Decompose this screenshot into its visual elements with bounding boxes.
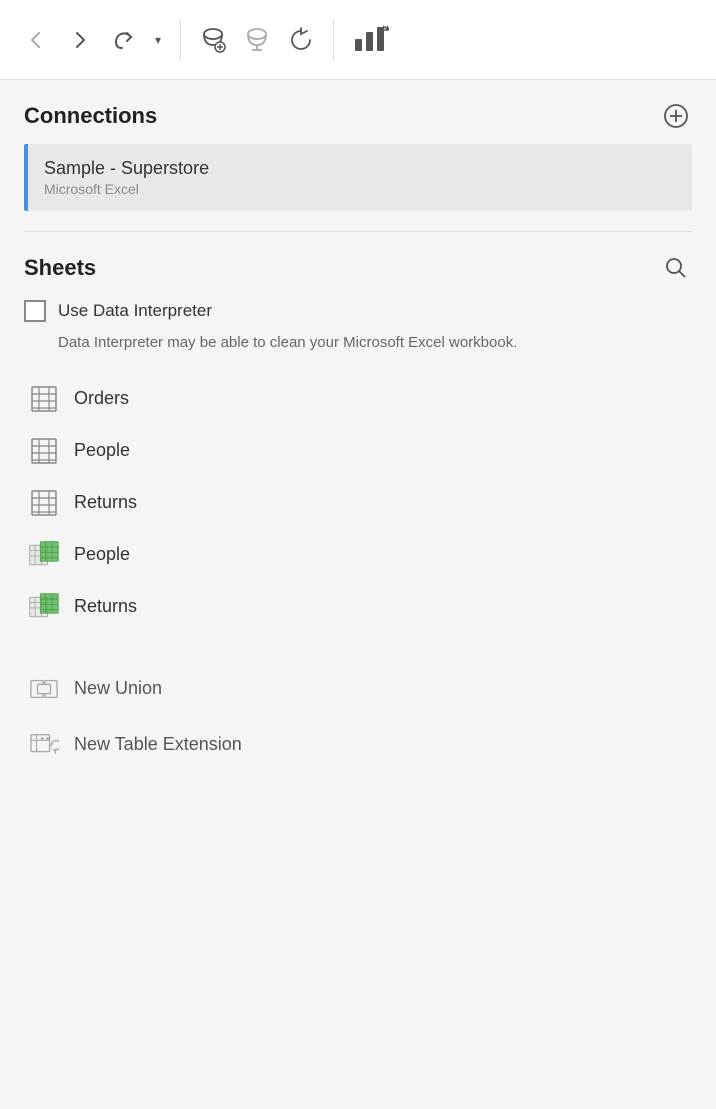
- interpreter-row: Use Data Interpreter: [24, 300, 692, 322]
- redo-dropdown-button[interactable]: ▾: [148, 20, 168, 60]
- table-icon-orders: [28, 383, 60, 415]
- connections-header: Connections: [24, 100, 692, 132]
- sheet-name-returns-named-range: Returns: [74, 596, 137, 617]
- sheet-item-orders[interactable]: Orders: [24, 375, 692, 423]
- sheet-item-returns-table[interactable]: Returns: [24, 479, 692, 527]
- sheet-group-gap-2: [24, 649, 692, 659]
- connection-item[interactable]: Sample - Superstore Microsoft Excel: [24, 144, 692, 211]
- connection-type: Microsoft Excel: [44, 181, 209, 197]
- use-data-interpreter-checkbox[interactable]: [24, 300, 46, 322]
- union-icon: [28, 673, 60, 705]
- sheet-item-people-named-range[interactable]: People: [24, 531, 692, 579]
- named-range-icon-people: [28, 539, 60, 571]
- connections-title: Connections: [24, 103, 157, 129]
- redo-button[interactable]: [104, 20, 144, 60]
- sheet-item-people-table[interactable]: People: [24, 427, 692, 475]
- table-icon-returns: [28, 487, 60, 519]
- toolbar: ▾: [0, 0, 716, 80]
- add-connection-button[interactable]: [660, 100, 692, 132]
- refresh-button[interactable]: [281, 20, 321, 60]
- sheet-name-people-table: People: [74, 440, 130, 461]
- connection-name: Sample - Superstore: [44, 158, 209, 179]
- interpreter-description: Data Interpreter may be able to clean yo…: [58, 332, 692, 355]
- search-sheets-button[interactable]: [660, 252, 692, 284]
- new-union-item[interactable]: New Union: [24, 663, 692, 715]
- back-button[interactable]: [16, 20, 56, 60]
- toolbar-divider-1: [180, 20, 181, 60]
- interpreter-label[interactable]: Use Data Interpreter: [58, 301, 212, 321]
- sheets-header: Sheets: [24, 252, 692, 284]
- toolbar-divider-2: [333, 20, 334, 60]
- sheet-name-orders: Orders: [74, 388, 129, 409]
- sheet-name-people-named-range: People: [74, 544, 130, 565]
- named-range-icon-returns: [28, 591, 60, 623]
- table-extension-icon: [28, 729, 60, 761]
- table-icon-people: [28, 435, 60, 467]
- sheet-name-returns-table: Returns: [74, 492, 137, 513]
- sheet-group-gap: [24, 635, 692, 645]
- connection-info: Sample - Superstore Microsoft Excel: [44, 158, 209, 197]
- new-union-name: New Union: [74, 678, 162, 699]
- sheets-title: Sheets: [24, 255, 96, 281]
- visualize-button[interactable]: [346, 20, 396, 60]
- main-content: Connections Sample - Superstore Microsof…: [0, 80, 716, 791]
- add-datasource-button[interactable]: [193, 20, 233, 60]
- new-table-extension-item[interactable]: New Table Extension: [24, 719, 692, 771]
- datasource-options-button[interactable]: [237, 20, 277, 60]
- forward-button[interactable]: [60, 20, 100, 60]
- sheet-item-returns-named-range[interactable]: Returns: [24, 583, 692, 631]
- section-divider: [24, 231, 692, 232]
- sheet-list: Orders People: [24, 375, 692, 771]
- new-table-extension-name: New Table Extension: [74, 734, 242, 755]
